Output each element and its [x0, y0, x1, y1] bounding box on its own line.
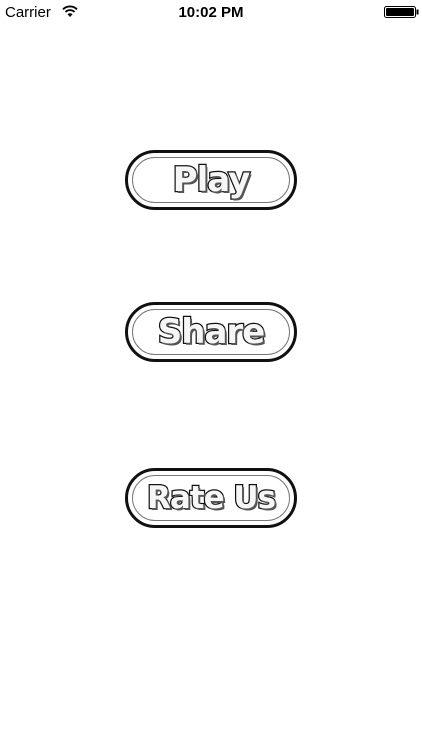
status-bar: Carrier 10:02 PM: [0, 0, 422, 26]
rate-us-button-label: Rate Us: [146, 479, 278, 516]
play-button[interactable]: Play: [125, 150, 297, 210]
play-button-label: Play: [171, 160, 251, 200]
rate-us-button[interactable]: Rate Us: [125, 468, 297, 528]
share-button-label: Share: [157, 312, 267, 352]
share-button[interactable]: Share: [125, 302, 297, 362]
battery-icon: [384, 6, 419, 18]
clock-time: 10:02 PM: [178, 4, 244, 21]
